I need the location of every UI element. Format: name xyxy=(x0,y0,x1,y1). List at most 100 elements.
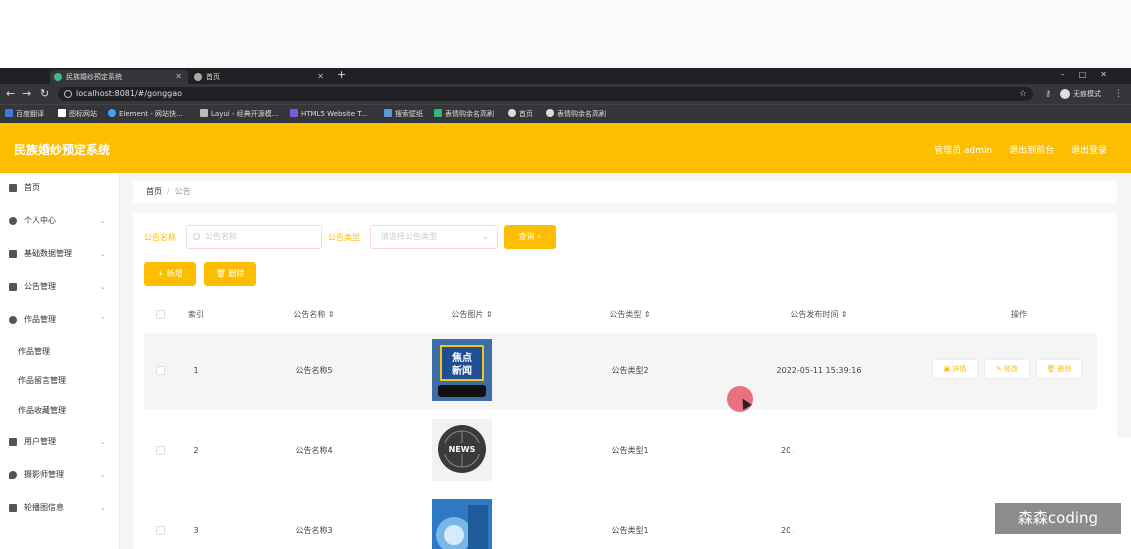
sort-icon: ⇕ xyxy=(643,310,651,319)
cell-name: 公告名称5 xyxy=(295,366,333,375)
flag-icon xyxy=(58,109,66,117)
sidebar-item-basic-data[interactable]: 基础数据管理 ⌄ xyxy=(0,244,120,264)
svg-text:NEWS: NEWS xyxy=(449,445,476,454)
close-icon[interactable]: ✕ xyxy=(175,70,182,84)
bookmark[interactable]: Layui - 经典开源模... xyxy=(200,108,278,120)
layui-icon xyxy=(200,109,208,117)
name-filter-label: 公告名称 xyxy=(144,233,176,242)
home-icon xyxy=(9,184,17,192)
delete-button[interactable]: 🗑 删除 xyxy=(1036,359,1082,379)
bookmark[interactable]: 表情购余名高刷 xyxy=(546,108,606,120)
chevron-down-icon: ⌄ xyxy=(100,250,106,258)
sidebar-subitem-work-favorites[interactable]: 作品收藏管理 xyxy=(0,401,120,421)
chevron-down-icon: ⌄ xyxy=(100,283,106,291)
query-button[interactable]: 查询 ⌕ xyxy=(504,225,556,249)
cell-index: 2 xyxy=(193,446,199,455)
edit-button[interactable]: ✎ 修改 xyxy=(984,359,1030,379)
cell-time: 2022-05-11 15:39:16 xyxy=(776,366,862,375)
svg-text:新闻: 新闻 xyxy=(452,364,472,377)
notice-image xyxy=(432,499,492,549)
address-bar[interactable]: localhost:8081/#/gonggao ☆ xyxy=(58,87,1033,101)
browser-tab[interactable]: 首页 ✕ xyxy=(190,70,330,84)
new-tab-button[interactable]: + xyxy=(337,68,346,82)
sidebar-subitem-work-comments[interactable]: 作品留言管理 xyxy=(0,371,120,391)
menu-icon[interactable]: ⋮ xyxy=(1114,87,1123,101)
back-to-front-link[interactable]: 退出到前台 xyxy=(1009,146,1054,156)
background-window xyxy=(0,0,1131,70)
svg-text:焦点: 焦点 xyxy=(451,351,472,364)
pin-icon xyxy=(9,471,17,479)
element-icon xyxy=(108,109,116,117)
grid-icon xyxy=(9,250,17,258)
sidebar-item-works[interactable]: 作品管理 ⌃ xyxy=(0,310,120,330)
back-icon[interactable]: ← xyxy=(6,87,15,101)
globe-icon xyxy=(508,109,516,117)
bookmarks-bar: 百度翻译 图标网站 Element - 网站快... Layui - 经典开源模… xyxy=(0,104,1131,123)
info-icon xyxy=(64,90,72,98)
sidebar-subitem-works[interactable]: 作品管理 xyxy=(0,342,120,362)
sort-icon: ⇕ xyxy=(485,310,493,319)
select-all-checkbox[interactable] xyxy=(156,310,165,319)
bookmark[interactable]: 百度翻译 xyxy=(5,108,44,120)
wallpaper-icon xyxy=(384,109,392,117)
row-checkbox[interactable] xyxy=(156,446,165,455)
sidebar-item-notices[interactable]: 公告管理 ⌄ xyxy=(0,277,120,297)
col-actions: 操作 xyxy=(1011,310,1027,319)
user-icon xyxy=(9,316,17,324)
cell-type: 公告类型2 xyxy=(611,366,649,375)
profile-button[interactable]: 无痕模式 xyxy=(1060,87,1101,101)
cell-type: 公告类型1 xyxy=(611,446,649,455)
sidebar-item-home[interactable]: 首页 xyxy=(0,178,120,198)
star-icon[interactable]: ☆ xyxy=(1019,87,1027,101)
close-icon[interactable]: ✕ xyxy=(317,70,324,84)
bookmark[interactable]: HTML5 Website T... xyxy=(290,108,367,120)
chevron-down-icon: ⌄ xyxy=(100,217,106,225)
window-controls[interactable]: –□✕ xyxy=(1061,68,1121,82)
breadcrumb: 首页 / 公告 xyxy=(134,181,1117,203)
col-type[interactable]: 公告类型 ⇕ xyxy=(570,301,690,329)
batch-delete-button[interactable]: 🗑 删除 xyxy=(204,262,256,286)
detail-button[interactable]: ▣ 详情 xyxy=(932,359,978,379)
bookmark[interactable]: 图标网站 xyxy=(58,108,97,120)
type-select[interactable]: 请选择公告类型 ⌄ xyxy=(370,225,498,249)
row-checkbox[interactable] xyxy=(156,526,165,535)
chevron-down-icon: ⌄ xyxy=(482,232,489,241)
chevron-up-icon: ⌃ xyxy=(100,316,106,324)
avatar xyxy=(1060,89,1070,99)
user-icon xyxy=(9,217,17,225)
sidebar-item-profile[interactable]: 个人中心 ⌄ xyxy=(0,211,120,231)
name-search-input[interactable]: 公告名称 xyxy=(186,225,322,249)
bookmark[interactable]: Element - 网站快... xyxy=(108,108,183,120)
sidebar-item-users[interactable]: 用户管理 ⌄ xyxy=(0,432,120,452)
bookmark[interactable]: 搜索壁纸 xyxy=(384,108,423,120)
browser-tab-active[interactable]: 民族婚纱预定系统 ✕ xyxy=(50,70,188,84)
translate-icon xyxy=(5,109,13,117)
notice-image: 焦点 新闻 xyxy=(432,339,492,401)
col-image[interactable]: 公告图片 ⇕ xyxy=(412,301,532,329)
notice-image: NEWS xyxy=(432,419,492,481)
app-title: 民族婚纱预定系统 xyxy=(14,143,111,157)
sidebar-item-carousel[interactable]: 轮播图信息 ⌄ xyxy=(0,498,120,518)
cell-type: 公告类型1 xyxy=(611,526,649,535)
forward-icon[interactable]: → xyxy=(22,87,31,101)
row-checkbox[interactable] xyxy=(156,366,165,375)
bookmark-icon xyxy=(434,109,442,117)
table-row[interactable]: 1 公告名称5 焦点 新闻 公告类型2 2022-05-11 15:39:16 … xyxy=(144,333,1097,409)
col-index[interactable]: 索引 xyxy=(176,301,216,329)
breadcrumb-home[interactable]: 首页 xyxy=(146,187,162,196)
search-icon xyxy=(193,233,200,240)
col-time[interactable]: 公告发布时间 ⇕ xyxy=(744,301,894,329)
reload-icon[interactable]: ↻ xyxy=(40,87,49,101)
app-header: 民族婚纱预定系统 管理员 admin 退出到前台 退出登录 xyxy=(0,123,1131,173)
logout-link[interactable]: 退出登录 xyxy=(1071,146,1107,156)
add-button[interactable]: + 新增 xyxy=(144,262,196,286)
cell-name: 公告名称4 xyxy=(295,446,333,455)
key-icon[interactable]: ⚷ xyxy=(1045,87,1051,101)
sidebar-item-photographers[interactable]: 摄影师管理 ⌄ xyxy=(0,465,120,485)
bookmark[interactable]: 首页 xyxy=(508,108,533,120)
search-icon: ⌕ xyxy=(537,232,542,241)
col-name[interactable]: 公告名称 ⇕ xyxy=(254,301,374,329)
cell-index: 3 xyxy=(193,526,199,535)
chevron-down-icon: ⌄ xyxy=(100,504,106,512)
bookmark[interactable]: 表情购余名高刷 xyxy=(434,108,494,120)
